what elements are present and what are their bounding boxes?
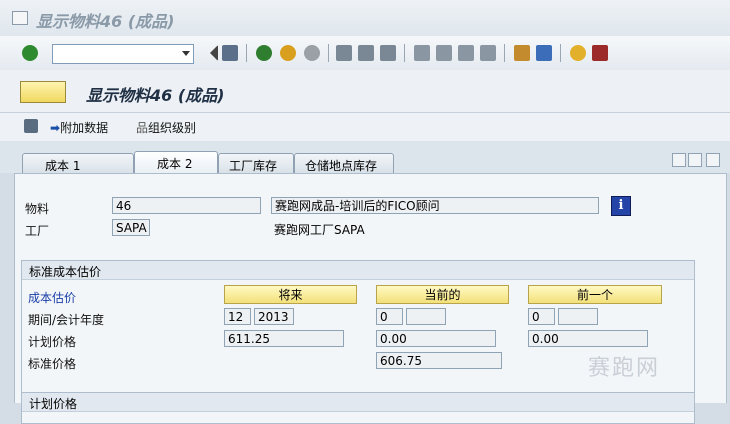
standard-toolbar (0, 36, 730, 71)
current-year-field[interactable] (406, 308, 446, 325)
future-period-field[interactable]: 12 (224, 308, 251, 325)
future-button[interactable]: 将来 (224, 285, 357, 304)
cost-estimate-label: 成本估价 (28, 291, 77, 305)
arrow-right-icon: ➡ (50, 121, 61, 135)
plant-label: 工厂 (25, 224, 50, 238)
previous-button[interactable]: 前一个 (528, 285, 662, 304)
group-header: 标准成本估价 (22, 261, 694, 280)
previous-page-icon[interactable] (436, 45, 452, 61)
chevron-down-icon[interactable] (182, 51, 190, 56)
create-session-icon[interactable] (514, 45, 530, 61)
tab-scroll-left-icon[interactable] (672, 153, 686, 167)
hierarchy-icon: 品 (136, 121, 149, 135)
standard-price-label: 标准价格 (28, 357, 77, 371)
standard-price-current-field[interactable]: 606.75 (376, 352, 502, 369)
future-year-field[interactable]: 2013 (254, 308, 294, 325)
tab-strip: 成本 1 成本 2 工厂库存 仓储地点库存 (0, 141, 730, 175)
planned-price-label: 计划价格 (28, 335, 77, 349)
exit-icon[interactable] (280, 45, 296, 61)
window-title-bar: 显示物料46 (成品) (0, 0, 730, 37)
watermark-text: 赛跑网 (588, 356, 661, 381)
find-next-icon[interactable] (380, 45, 396, 61)
next-page-icon[interactable] (458, 45, 474, 61)
save-icon[interactable] (222, 45, 238, 61)
back-icon[interactable] (256, 45, 272, 61)
plant-description: 赛跑网工厂SAPA (274, 223, 365, 237)
org-levels-button[interactable]: 品组织级别 (136, 119, 196, 136)
material-description-field[interactable]: 赛跑网成品-培训后的FICO顾问 (271, 197, 599, 214)
toolbar-separator (504, 44, 505, 62)
toolbar-separator (404, 44, 405, 62)
window-menu-icon[interactable] (12, 11, 28, 25)
tab-scroll-right-icon[interactable] (688, 153, 702, 167)
find-icon[interactable] (358, 45, 374, 61)
planned-future-field[interactable]: 611.25 (224, 330, 344, 347)
previous-year-field[interactable] (558, 308, 598, 325)
toolbar-separator (328, 44, 329, 62)
group-title: 标准成本估价 (29, 265, 102, 279)
print-icon[interactable] (336, 45, 352, 61)
planned-current-field[interactable]: 0.00 (376, 330, 496, 347)
toolbar-separator (246, 44, 247, 62)
group-title: 计划价格 (29, 397, 78, 411)
application-toolbar: ➡附加数据 品组织级别 (0, 113, 730, 141)
tab-cost-1[interactable]: 成本 1 (22, 153, 134, 174)
command-field[interactable] (52, 44, 194, 64)
last-page-icon[interactable] (480, 45, 496, 61)
material-field[interactable]: 46 (112, 197, 261, 214)
back-arrow-icon[interactable] (202, 45, 218, 61)
plant-field[interactable]: SAPA (112, 219, 150, 236)
planned-price-group: 计划价格 (21, 392, 695, 424)
org-icon[interactable] (24, 119, 38, 133)
application-title-bar: 显示物料46 (成品) (0, 70, 730, 113)
first-page-icon[interactable] (414, 45, 430, 61)
current-button[interactable]: 当前的 (376, 285, 509, 304)
group-header: 计划价格 (22, 393, 694, 412)
tab-cost-2[interactable]: 成本 2 (134, 151, 218, 175)
tab-list-icon[interactable] (706, 153, 720, 167)
period-year-label: 期间/会计年度 (28, 313, 105, 327)
enter-check-icon[interactable] (22, 45, 38, 61)
info-icon[interactable]: i (611, 196, 631, 216)
cancel-icon[interactable] (304, 45, 320, 61)
window-title: 显示物料46 (成品) (36, 12, 175, 31)
help-icon[interactable] (570, 45, 586, 61)
material-label: 物料 (25, 202, 50, 216)
page-title: 显示物料46 (成品) (86, 86, 225, 105)
shortcut-icon[interactable] (536, 45, 552, 61)
previous-period-field[interactable]: 0 (528, 308, 555, 325)
tab-storage-location-stock[interactable]: 仓储地点库存 (294, 153, 394, 174)
planned-previous-field[interactable]: 0.00 (528, 330, 648, 347)
tab-plant-stock[interactable]: 工厂库存 (218, 153, 294, 174)
menu-button[interactable] (20, 81, 66, 103)
additional-data-button[interactable]: ➡附加数据 (50, 119, 108, 136)
toolbar-separator (560, 44, 561, 62)
current-period-field[interactable]: 0 (376, 308, 403, 325)
layout-menu-icon[interactable] (592, 45, 608, 61)
